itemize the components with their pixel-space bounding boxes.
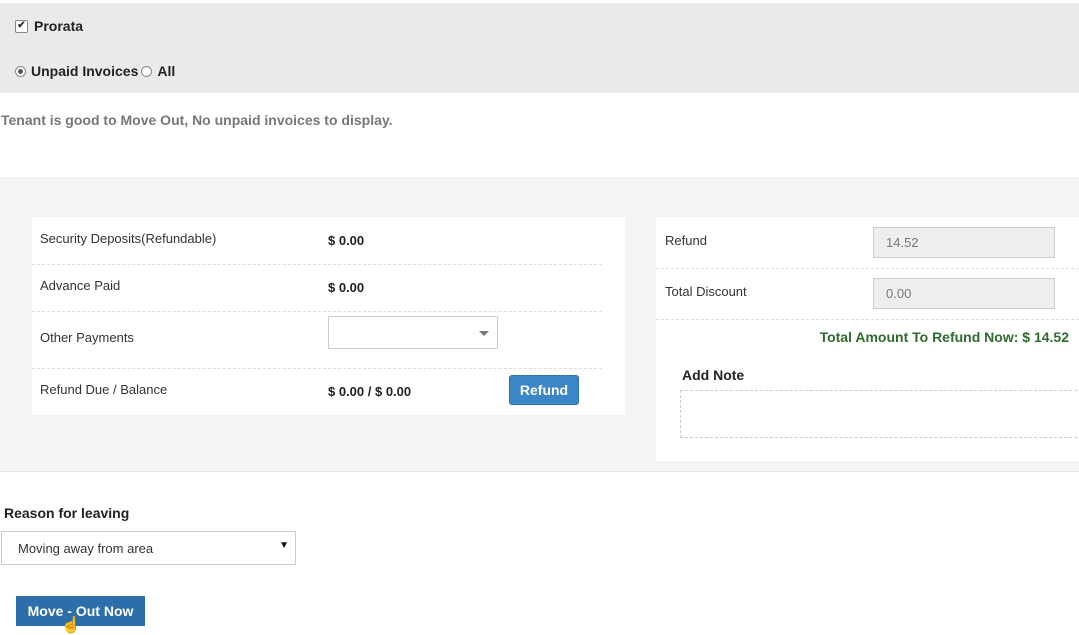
unpaid-invoices-label: Unpaid Invoices <box>31 63 139 79</box>
advance-paid-row: Advance Paid $ 0.00 <box>32 264 602 312</box>
reason-selected-value: Moving away from area <box>18 541 154 556</box>
refund-amount-field: 14.52 <box>873 227 1055 258</box>
reason-select[interactable]: Moving away from area ▼ <box>1 531 296 565</box>
all-invoices-label: All <box>157 63 176 79</box>
add-note-label: Add Note <box>682 367 745 383</box>
total-discount-label: Total Discount <box>665 284 747 299</box>
dropdown-arrow-icon: ▼ <box>279 540 289 551</box>
advance-paid-label: Advance Paid <box>40 278 121 293</box>
add-note-textarea[interactable] <box>680 390 1079 438</box>
refund-label: Refund <box>665 233 707 248</box>
total-refund-text: Total Amount To Refund Now: $ 14.52 <box>819 329 1069 345</box>
advance-paid-value: $ 0.00 <box>328 280 365 295</box>
refund-due-label: Refund Due / Balance <box>40 382 168 397</box>
security-deposit-row: Security Deposits(Refundable) $ 0.00 <box>32 217 602 265</box>
refund-due-value: $ 0.00 / $ 0.00 <box>328 384 412 399</box>
security-deposit-label: Security Deposits(Refundable) <box>40 231 217 246</box>
prorata-checkbox[interactable]: ✔ <box>15 19 28 33</box>
deposits-card: Security Deposits(Refundable) $ 0.00 Adv… <box>32 217 625 415</box>
security-deposit-value: $ 0.00 <box>328 233 365 248</box>
total-discount-field: 0.00 <box>873 278 1055 309</box>
prorata-option[interactable]: ✔ Prorata <box>15 18 83 34</box>
refund-totals-card: Refund 14.52 Total Discount 0.00 Total A… <box>656 217 1079 461</box>
status-message: Tenant is good to Move Out, No unpaid in… <box>1 112 393 128</box>
refund-button[interactable]: Refund <box>509 375 579 405</box>
reason-label: Reason for leaving <box>4 505 130 521</box>
filter-bar: ✔ Prorata Unpaid Invoices All <box>0 3 1079 93</box>
other-payments-select[interactable] <box>328 316 498 349</box>
other-payments-row: Other Payments <box>32 311 602 369</box>
all-invoices-radio[interactable] <box>141 65 153 77</box>
refund-due-row: Refund Due / Balance $ 0.00 / $ 0.00 Ref… <box>32 368 602 415</box>
caret-down-icon <box>479 331 489 336</box>
other-payments-label: Other Payments <box>40 330 134 345</box>
hand-pointer-icon: ☝ <box>61 617 81 634</box>
prorata-label: Prorata <box>34 18 84 34</box>
refund-summary-panel: Security Deposits(Refundable) $ 0.00 Adv… <box>0 177 1079 472</box>
invoice-scope-options: Unpaid Invoices All <box>15 63 175 79</box>
total-discount-row: Total Discount 0.00 <box>656 268 1079 320</box>
refund-row: Refund 14.52 <box>656 217 1079 269</box>
unpaid-invoices-radio[interactable] <box>15 65 26 77</box>
